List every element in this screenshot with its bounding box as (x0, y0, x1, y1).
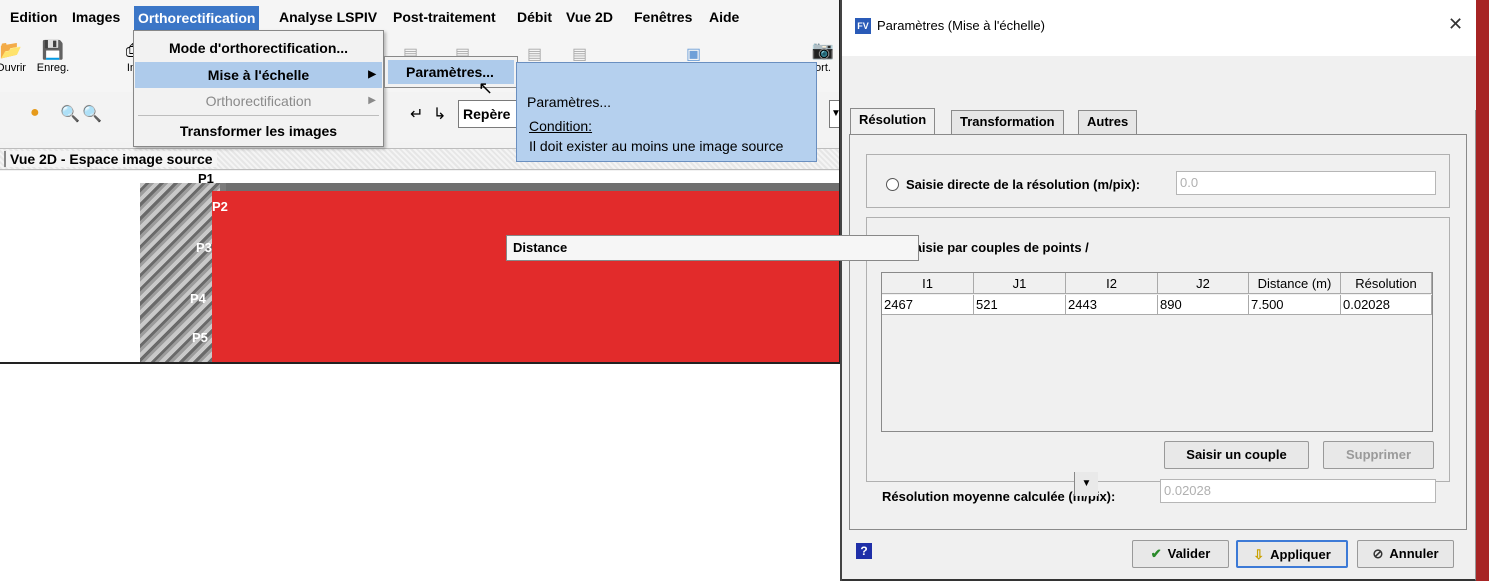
chevron-right-icon: ▶ (368, 95, 376, 106)
menu-edition[interactable]: Edition (6, 9, 61, 25)
point-label: P5 (192, 330, 208, 345)
dialog-title: Paramètres (Mise à l'échelle) (877, 18, 1045, 33)
menu-aide[interactable]: Aide (705, 9, 743, 25)
menu-analyse-lspiv[interactable]: Analyse LSPIV (275, 9, 381, 25)
table-cell[interactable]: 521 (974, 295, 1066, 315)
zoom-out-icon[interactable]: 🔍 (82, 104, 102, 124)
menu-images[interactable]: Images (68, 9, 124, 25)
app-icon: FV (855, 18, 871, 34)
dialog-spacer (842, 56, 1476, 110)
mouse-cursor-icon: ↖ (478, 78, 494, 98)
supprimer-button: Supprimer (1323, 441, 1434, 469)
save-button[interactable]: 💾 Enreg. (28, 38, 78, 74)
menu-debit[interactable]: Débit (513, 9, 556, 25)
point-label: P3 (196, 240, 212, 255)
table-cell[interactable]: 890 (1158, 295, 1249, 315)
couples-table[interactable]: I1 J1 I2 J2 Distance (m) Résolution 2467… (881, 272, 1433, 432)
window-icon[interactable]: ▣ (686, 44, 701, 64)
column-header-j2[interactable]: J2 (1158, 273, 1249, 294)
export-icon: 📷 (811, 40, 835, 60)
select-point-icon[interactable]: ↵ (410, 104, 423, 124)
direct-resolution-field[interactable]: 0.0 (1176, 171, 1436, 195)
column-header-distance[interactable]: Distance (m) (1249, 273, 1341, 294)
point-label: P4 (190, 291, 206, 306)
saisir-couple-button[interactable]: Saisir un couple (1164, 441, 1309, 469)
tab-resolution[interactable]: Résolution (850, 108, 936, 136)
close-icon[interactable]: ✕ (1448, 14, 1463, 35)
menu-post-traitement[interactable]: Post-traitement (389, 9, 500, 25)
tooltip-title: Paramètres... (527, 94, 612, 110)
tooltip: Paramètres... Condition: Il doit exister… (516, 62, 817, 162)
tooltip-condition-text: Il doit exister au moins une image sourc… (529, 138, 784, 154)
direct-resolution-radio[interactable] (886, 178, 899, 191)
valider-button[interactable]: ✔ Valider (1132, 540, 1229, 568)
table-cell[interactable]: 0.02028 (1341, 295, 1432, 315)
mean-resolution-field: 0.02028 (1160, 479, 1436, 503)
help-icon[interactable]: ? (856, 543, 872, 559)
method-combo[interactable]: Distance ▼ (506, 235, 1098, 496)
axis-icon[interactable]: ↳ (433, 104, 446, 124)
dialog-titlebar: FV Paramètres (Mise à l'échelle) ✕ (842, 0, 1476, 56)
appliquer-button[interactable]: ⇩ Appliquer (1236, 540, 1348, 568)
river-mask (212, 191, 839, 362)
background-window-edge (1476, 0, 1489, 581)
source-image: P1 P2 P3 P4 P5 (140, 171, 839, 362)
mise-a-l-echelle-submenu: Paramètres... (384, 56, 518, 88)
riverbank-texture (140, 183, 220, 362)
menu-orthorectification[interactable]: Orthorectification (134, 6, 260, 30)
submenu-item-parametres[interactable]: Paramètres... (388, 60, 514, 84)
chevron-down-icon[interactable]: ▼ (1074, 472, 1098, 496)
disabled-tool-icon: ▤ (527, 46, 543, 63)
column-header-i2[interactable]: I2 (1066, 273, 1158, 294)
disabled-tool-icon: ▤ (572, 46, 588, 63)
image-view[interactable]: P1 P2 P3 P4 P5 (0, 171, 839, 362)
cancel-icon: ⊘ (1372, 546, 1384, 561)
chevron-right-icon: ▶ (368, 69, 376, 80)
direct-resolution-label: Saisie directe de la résolution (m/pix): (906, 177, 1141, 192)
annuler-button[interactable]: ⊘ Annuler (1357, 540, 1454, 568)
pan-icon[interactable]: ● (30, 104, 40, 122)
menu-item-mode-orthorectification[interactable]: Mode d'orthorectification... (135, 35, 382, 61)
table-cell[interactable]: 7.500 (1249, 295, 1341, 315)
table-cell[interactable]: 2467 (882, 295, 974, 315)
menu-item-transformer-images[interactable]: Transformer les images (135, 118, 382, 144)
menu-fenetres[interactable]: Fenêtres (630, 9, 696, 25)
view-title: Vue 2D - Espace image source (4, 151, 217, 167)
tab-transformation[interactable]: Transformation (951, 110, 1064, 134)
lspiv-app-window: Edition Images Orthorectification Analys… (0, 0, 841, 364)
column-header-j1[interactable]: J1 (974, 273, 1066, 294)
menu-vue-2d[interactable]: Vue 2D (562, 9, 617, 25)
save-icon: 💾 (41, 40, 65, 60)
orthorectification-menu: Mode d'orthorectification... Mise à l'éc… (133, 30, 384, 147)
check-icon: ✔ (1150, 546, 1162, 561)
point-label: P1 (198, 171, 214, 186)
table-cell[interactable]: 2443 (1066, 295, 1158, 315)
tooltip-condition-label: Condition: (529, 118, 593, 134)
menu-bar: Edition Images Orthorectification Analys… (0, 0, 839, 34)
tab-autres[interactable]: Autres (1078, 110, 1138, 134)
repere-combo[interactable]: Repère (458, 100, 518, 128)
menu-separator (138, 115, 379, 116)
menu-item-mise-a-l-echelle[interactable]: Mise à l'échelle ▶ (135, 62, 382, 88)
column-header-i1[interactable]: I1 (882, 273, 974, 294)
menu-item-orthorectification: Orthorectification ▶ (135, 88, 382, 114)
zoom-icon[interactable]: 🔍 (60, 104, 80, 124)
arrow-down-icon: ⇩ (1253, 547, 1265, 562)
point-label: P2 (212, 199, 228, 214)
column-header-resolution[interactable]: Résolution (1341, 273, 1432, 294)
couples-label: Saisie par couples de points / (906, 240, 1089, 255)
